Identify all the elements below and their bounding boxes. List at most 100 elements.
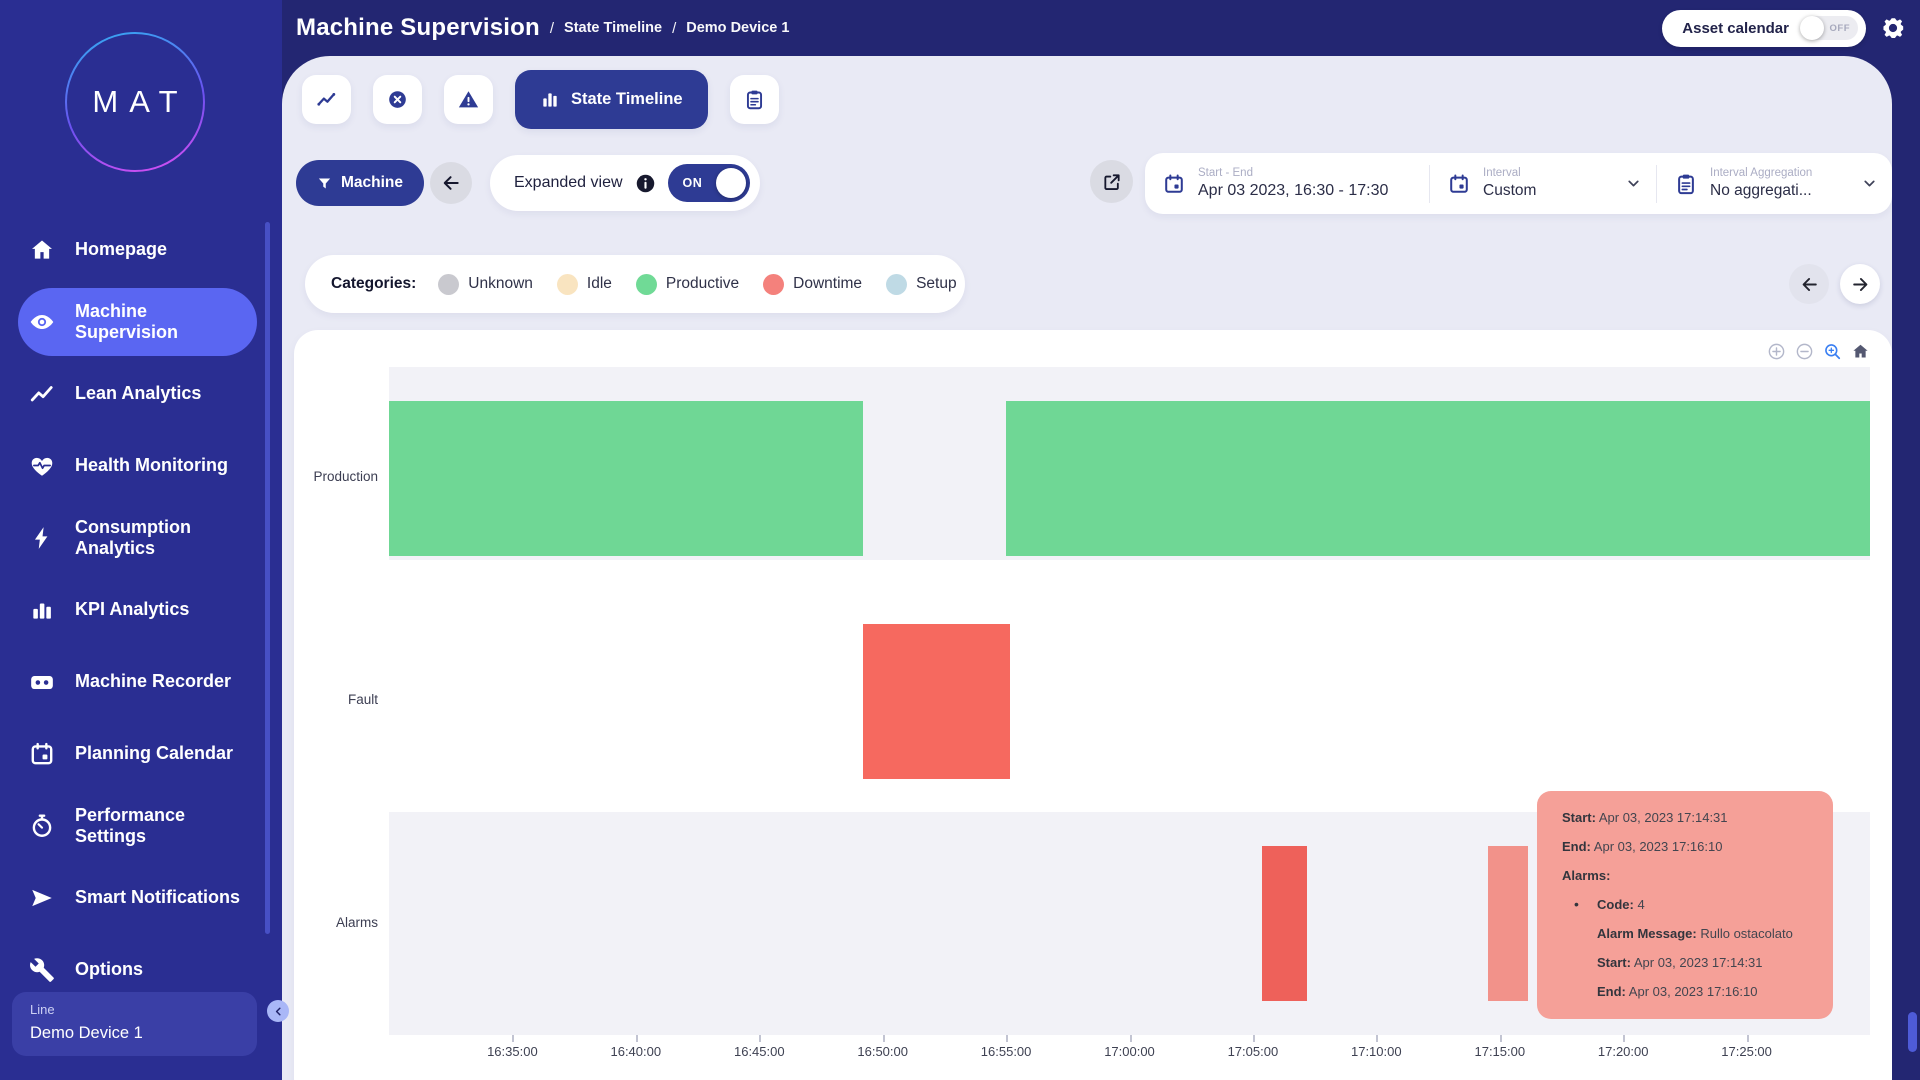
- legend-item-unknown: Unknown: [438, 274, 533, 295]
- x-axis-tick: [1376, 1035, 1378, 1042]
- chart-line-icon: [316, 89, 337, 110]
- device-card[interactable]: Line Demo Device 1: [12, 992, 257, 1056]
- sidebar-item-machine-recorder[interactable]: Machine Recorder: [0, 646, 282, 718]
- timeline-bar-alarms[interactable]: [1488, 846, 1529, 1001]
- aggregation-label: Interval Aggregation: [1710, 167, 1812, 179]
- arrow-left-icon: [1800, 275, 1819, 294]
- x-axis-tick-label: 16:55:00: [966, 1044, 1046, 1059]
- legend-title: Categories:: [331, 275, 416, 293]
- x-axis-tick: [1500, 1035, 1502, 1042]
- sidebar-item-planning-calendar[interactable]: Planning Calendar: [0, 718, 282, 790]
- breadcrumb-separator: /: [672, 20, 676, 37]
- tab-state-timeline[interactable]: State Timeline: [515, 70, 708, 129]
- tab-label: State Timeline: [571, 90, 683, 109]
- sidebar-item-homepage[interactable]: Homepage: [0, 214, 282, 286]
- tooltip-field-value: Apr 03, 2023 17:14:31: [1634, 955, 1763, 970]
- sidebar-item-machine-supervision[interactable]: Machine Supervision: [0, 286, 282, 358]
- open-external-button[interactable]: [1090, 160, 1133, 203]
- breadcrumb-state-timeline[interactable]: State Timeline: [564, 20, 662, 36]
- timeline-bar-fault[interactable]: [863, 624, 1010, 779]
- alarm-tooltip: Start: Apr 03, 2023 17:14:31 End: Apr 03,…: [1537, 791, 1833, 1019]
- calendar-icon: [1163, 173, 1185, 195]
- sidebar-item-label: Machine Supervision: [75, 301, 247, 343]
- tab-chart-line[interactable]: [302, 75, 351, 124]
- funnel-icon: [317, 176, 332, 191]
- breadcrumb-device[interactable]: Demo Device 1: [686, 20, 789, 36]
- back-button[interactable]: [430, 162, 472, 204]
- expanded-view-control: Expanded view ON: [490, 155, 760, 211]
- x-axis-tick: [883, 1035, 885, 1042]
- tooltip-line: End: Apr 03, 2023 17:16:10: [1562, 839, 1823, 854]
- sidebar: MAT HomepageMachine SupervisionLean Anal…: [0, 0, 282, 1080]
- tooltip-line: Alarm Message: Rullo ostacolato: [1562, 926, 1823, 941]
- tooltip-field-label: Alarms:: [1562, 868, 1610, 883]
- x-axis-tick-label: 17:00:00: [1090, 1044, 1170, 1059]
- device-name: Demo Device 1: [30, 1024, 143, 1043]
- zoom-in-icon[interactable]: [1767, 342, 1786, 361]
- sidebar-item-kpi-analytics[interactable]: KPI Analytics: [0, 574, 282, 646]
- machine-filter-button[interactable]: Machine: [296, 160, 424, 206]
- settings-gear-icon[interactable]: [1880, 15, 1906, 41]
- sidebar-item-smart-notifications[interactable]: Smart Notifications: [0, 862, 282, 934]
- x-axis-tick: [636, 1035, 638, 1042]
- asset-calendar-label: Asset calendar: [1682, 20, 1789, 37]
- sidebar-scrollbar[interactable]: [265, 222, 270, 934]
- house-icon[interactable]: [1851, 342, 1870, 361]
- sidebar-item-consumption-analytics[interactable]: Consumption Analytics: [0, 502, 282, 574]
- tooltip-field-label: End:: [1597, 984, 1626, 999]
- sidebar-item-performance-settings[interactable]: Performance Settings: [0, 790, 282, 862]
- timeline-bar-alarms[interactable]: [1262, 846, 1307, 1001]
- tooltip-field-value: 4: [1637, 897, 1644, 912]
- header-actions: Asset calendar OFF: [1662, 0, 1906, 56]
- x-axis-tick-label: 16:45:00: [719, 1044, 799, 1059]
- x-axis-tick-label: 17:25:00: [1707, 1044, 1787, 1059]
- start-end-picker[interactable]: Start - End Apr 03 2023, 16:30 - 17:30: [1145, 153, 1429, 214]
- sidebar-item-health-monitoring[interactable]: Health Monitoring: [0, 430, 282, 502]
- timeline-bar-production[interactable]: [1006, 401, 1870, 556]
- sidebar-item-lean-analytics[interactable]: Lean Analytics: [0, 358, 282, 430]
- expanded-view-toggle[interactable]: ON: [668, 164, 750, 202]
- x-axis-tick-label: 17:15:00: [1460, 1044, 1540, 1059]
- legend-dot: [763, 274, 784, 295]
- x-axis-tick-label: 16:50:00: [843, 1044, 923, 1059]
- page-title: Machine Supervision: [296, 14, 540, 42]
- info-icon[interactable]: [635, 173, 656, 194]
- tooltip-field-value: Apr 03, 2023 17:14:31: [1599, 810, 1728, 825]
- legend-dot: [557, 274, 578, 295]
- tooltip-line: Start: Apr 03, 2023 17:14:31: [1562, 810, 1823, 825]
- sidebar-collapse-button[interactable]: [267, 1000, 289, 1022]
- pan-left-button[interactable]: [1789, 264, 1829, 304]
- breadcrumb: Machine Supervision / State Timeline / D…: [296, 0, 789, 56]
- toggle-knob: [716, 168, 746, 198]
- legend-label: Downtime: [793, 275, 862, 293]
- start-end-label: Start - End: [1198, 167, 1388, 179]
- bars-icon: [29, 597, 55, 623]
- legend-item-productive: Productive: [636, 274, 739, 295]
- tab-warning-triangle[interactable]: [444, 75, 493, 124]
- x-axis-tick: [1623, 1035, 1625, 1042]
- machine-button-label: Machine: [341, 174, 403, 192]
- zoom-out-icon[interactable]: [1795, 342, 1814, 361]
- aggregation-select[interactable]: Interval Aggregation No aggregati...: [1657, 153, 1892, 214]
- page-scrollbar-thumb[interactable]: [1908, 1012, 1917, 1052]
- timeline-bar-production[interactable]: [389, 401, 863, 556]
- tooltip-line: End: Apr 03, 2023 17:16:10: [1562, 984, 1823, 999]
- sidebar-item-label: Options: [75, 959, 143, 980]
- tab-circle-x[interactable]: [373, 75, 422, 124]
- magnifier-icon[interactable]: [1823, 342, 1842, 361]
- sidebar-item-label: Consumption Analytics: [75, 517, 247, 559]
- asset-calendar-control[interactable]: Asset calendar OFF: [1662, 10, 1866, 47]
- view-tabs: State Timeline: [302, 75, 779, 129]
- interval-select[interactable]: Interval Custom: [1430, 153, 1656, 214]
- bullet: •: [1574, 896, 1579, 912]
- asset-calendar-toggle[interactable]: OFF: [1801, 16, 1858, 40]
- legend-label: Productive: [666, 275, 739, 293]
- trend-icon: [29, 381, 55, 407]
- top-header: Machine Supervision / State Timeline / D…: [0, 0, 1920, 56]
- tooltip-field-label: Start:: [1562, 810, 1596, 825]
- pan-right-button[interactable]: [1840, 264, 1880, 304]
- tab-clipboard[interactable]: [730, 75, 779, 124]
- tooltip-line: •Code: 4: [1562, 897, 1823, 912]
- legend-label: Idle: [587, 275, 612, 293]
- state-timeline-chart: Start: Apr 03, 2023 17:14:31 End: Apr 03,…: [294, 330, 1892, 1080]
